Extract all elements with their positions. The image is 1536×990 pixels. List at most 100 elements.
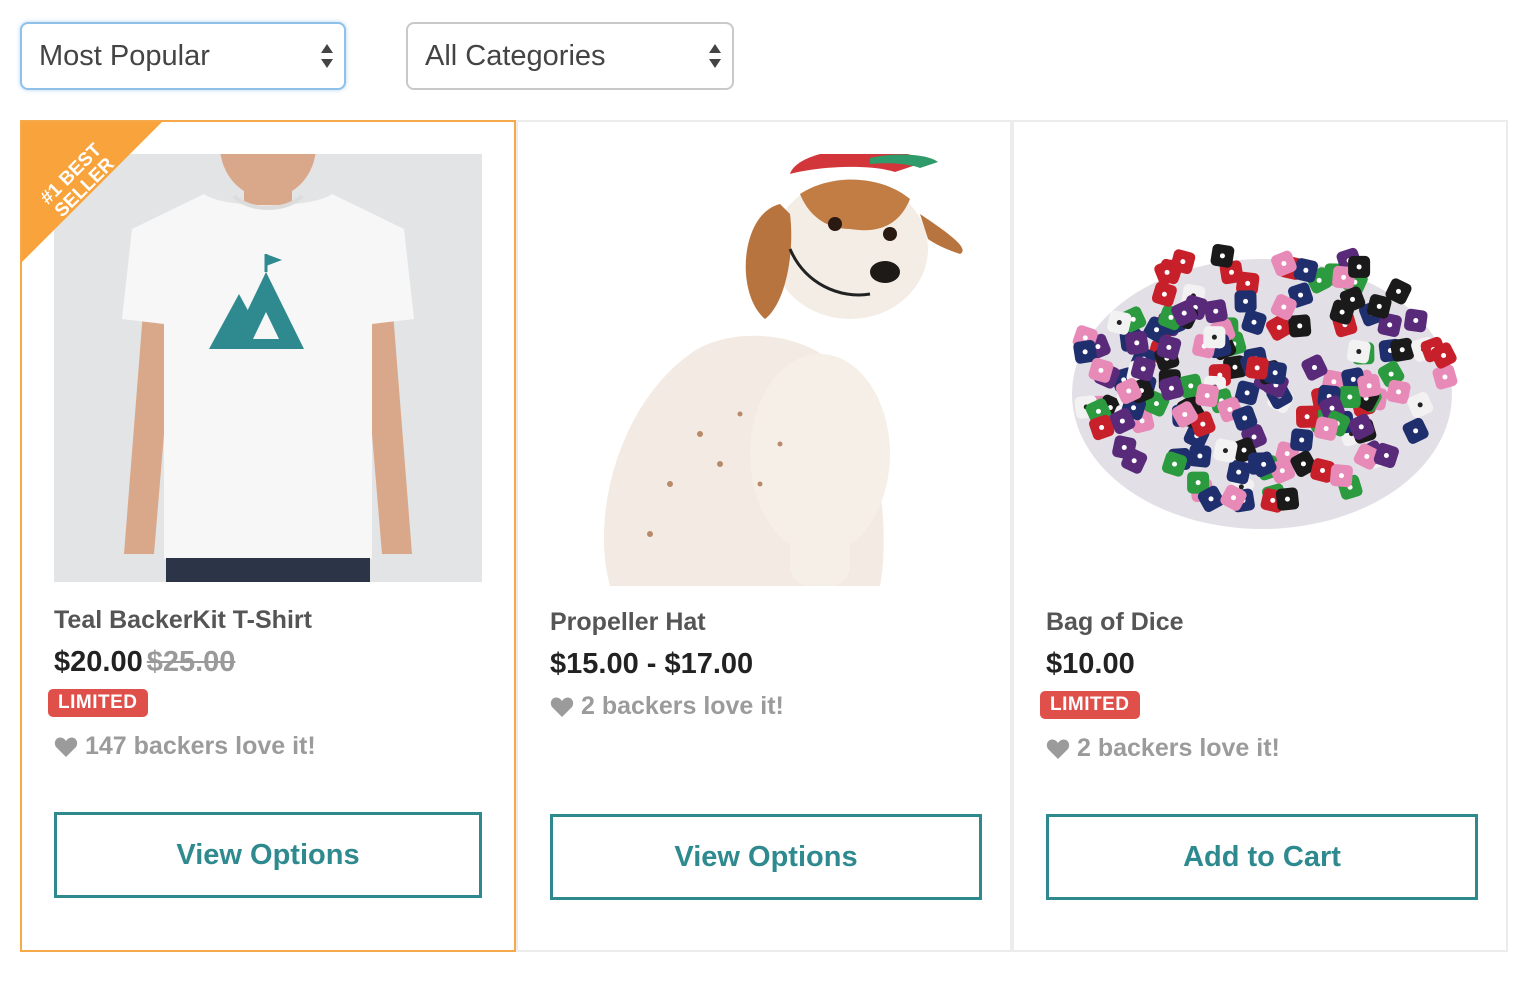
dog-illustration [550, 154, 982, 586]
backers-love-text: 2 backers love it! [1077, 734, 1280, 762]
die-pip [1222, 448, 1228, 454]
die-pip [1320, 467, 1326, 473]
die-pip [1095, 408, 1101, 414]
die-pip [1245, 280, 1251, 286]
die-pip [1399, 347, 1405, 353]
die-pip [1200, 421, 1206, 427]
die-pip [1169, 385, 1175, 391]
die-pip [1082, 335, 1088, 341]
die-pip [1388, 371, 1394, 377]
die-pip [1099, 424, 1105, 430]
die-pip [1208, 496, 1214, 502]
product-title[interactable]: Propeller Hat [550, 608, 706, 637]
die-pip [1304, 414, 1310, 420]
die-pip [1364, 454, 1370, 460]
backers-love: 147 backers love it! [54, 732, 316, 761]
die-pip [1119, 418, 1125, 424]
die-pip [1281, 261, 1287, 267]
die-pip [1442, 374, 1448, 380]
die-pip [1270, 497, 1276, 503]
die-pip [1350, 296, 1356, 302]
die-pip [1241, 447, 1247, 453]
die-pip [1095, 344, 1101, 350]
die-pip [1232, 364, 1238, 370]
die-pip [1417, 402, 1423, 408]
die-pip [1347, 394, 1353, 400]
category-select-value: All Categories [425, 39, 606, 72]
die-pip [1284, 496, 1290, 502]
product-image-dice[interactable] [1046, 154, 1478, 586]
die-pip [1396, 389, 1402, 395]
die-pip [1251, 319, 1257, 325]
backers-love: 2 backers love it! [550, 692, 784, 721]
backers-love: 2 backers love it! [1046, 734, 1280, 763]
die-pip [1195, 480, 1201, 486]
die-pip [1298, 292, 1304, 298]
die-pip [1131, 458, 1137, 464]
die-pip [1396, 288, 1401, 294]
die-pip [1311, 365, 1317, 371]
die-pip [1338, 473, 1344, 479]
die-pip [1331, 379, 1337, 385]
die-pip [1153, 401, 1159, 407]
limited-badge: LIMITED [1040, 691, 1140, 719]
product-image-hat[interactable] [550, 154, 982, 586]
die-pip [1166, 344, 1172, 350]
die-pip [1116, 320, 1122, 326]
die-pip [1204, 392, 1210, 398]
product-price: $10.00 [1046, 648, 1135, 681]
die-pip [1299, 437, 1305, 443]
die-pip [1243, 298, 1249, 304]
die-pip [1341, 274, 1347, 280]
die-pip [1244, 390, 1250, 396]
die-pip [1441, 352, 1447, 358]
die-pip [1154, 327, 1160, 333]
product-card[interactable]: Bag of Dice $10.00 LIMITED 2 backers lov… [1012, 120, 1508, 952]
limited-badge: LIMITED [48, 689, 148, 717]
die-pip [1339, 309, 1345, 315]
sort-select[interactable]: Most Popular [20, 22, 346, 90]
die-pip [1272, 370, 1278, 376]
die-pip [1134, 340, 1140, 346]
die-pip [1251, 434, 1257, 440]
die-pip [1168, 314, 1174, 320]
die-pip [1082, 349, 1088, 355]
heart-icon [550, 696, 574, 717]
die-pip [1366, 383, 1372, 389]
die-pip [1276, 324, 1282, 330]
product-card[interactable]: #1 BEST SELLER Teal BackerKit T-Shirt $2… [20, 120, 516, 952]
die-pip [1140, 366, 1146, 372]
category-select[interactable]: All Categories [406, 22, 734, 90]
product-card[interactable]: Propeller Hat $15.00 - $17.00 2 backers … [516, 120, 1012, 952]
die-pip [1383, 452, 1389, 458]
die-pip [1172, 461, 1178, 467]
die-pip [1242, 415, 1248, 421]
die-pip [1281, 304, 1287, 310]
die-pip [1356, 349, 1362, 355]
view-options-button[interactable]: View Options [550, 814, 982, 900]
die-pip [1284, 451, 1290, 457]
die-pip [1188, 383, 1194, 389]
product-title[interactable]: Teal BackerKit T-Shirt [54, 606, 312, 635]
view-options-button[interactable]: View Options [54, 812, 482, 898]
current-price: $15.00 - $17.00 [550, 648, 754, 680]
current-price: $20.00 [54, 646, 143, 678]
product-title[interactable]: Bag of Dice [1046, 608, 1184, 637]
add-to-cart-button[interactable]: Add to Cart [1046, 814, 1478, 900]
die-pip [1254, 365, 1260, 371]
die-pip [1126, 388, 1132, 394]
heart-icon [1046, 738, 1070, 759]
die-pip [1131, 405, 1137, 411]
die-pip [1219, 253, 1225, 259]
dice-illustration [1046, 154, 1478, 586]
select-arrows-icon [709, 44, 721, 68]
die-pip [1121, 445, 1127, 451]
die-pip [1213, 308, 1219, 314]
heart-icon [54, 736, 78, 757]
die-pip [1297, 323, 1303, 329]
die-pip [1161, 291, 1167, 297]
select-arrows-icon [321, 44, 333, 68]
die-pip [1227, 407, 1233, 413]
die-pip [1413, 318, 1419, 324]
die-pip [1182, 411, 1188, 417]
